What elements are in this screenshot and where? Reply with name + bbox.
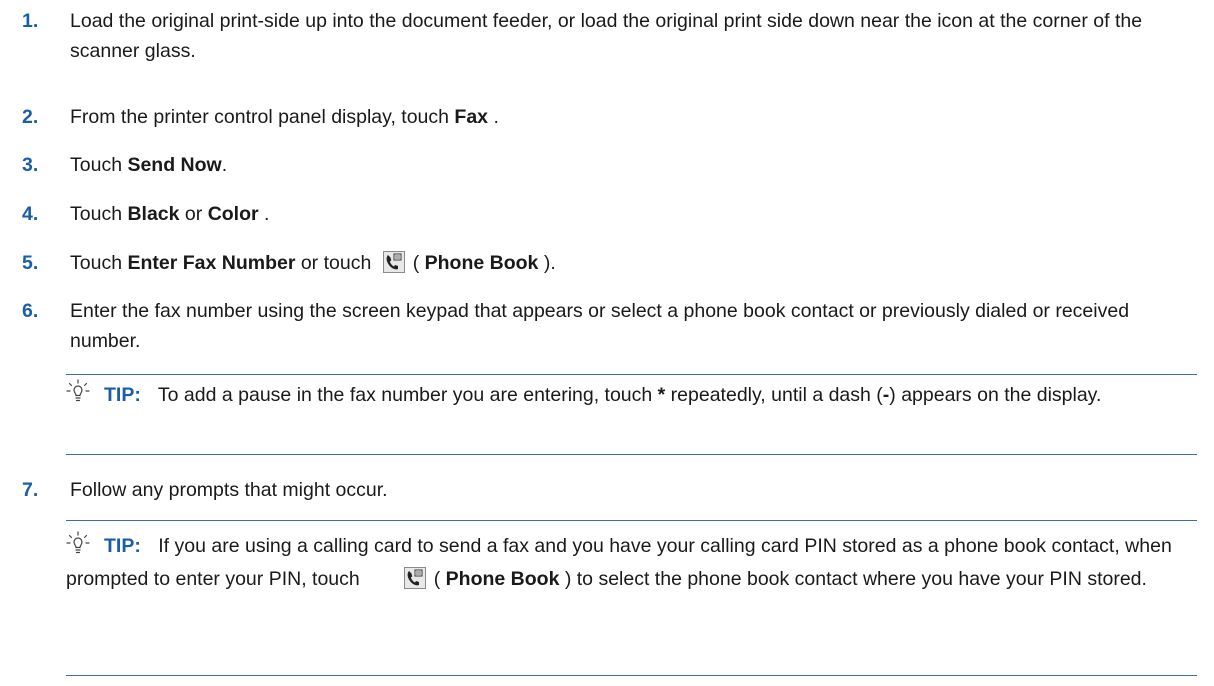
enter-fax-number-label: Enter Fax Number <box>127 252 296 274</box>
step-text-plain: Touch <box>70 154 128 176</box>
tip-box: TIP: To add a pause in the fax number yo… <box>66 374 1197 455</box>
step-number: 6. <box>22 300 39 322</box>
step-text-plain: . <box>488 106 499 128</box>
tip-text-plain: ( <box>433 568 446 590</box>
step-number: 4. <box>22 203 39 225</box>
step-text-plain: ). <box>538 252 556 274</box>
step-text: Touch Black or Color . <box>70 199 1197 229</box>
tip-text: TIP: If you are using a calling card to … <box>66 521 1197 606</box>
lightbulb-icon <box>66 531 90 564</box>
step-text: From the printer control panel display, … <box>70 102 1197 132</box>
step-text-plain: Touch <box>70 252 128 274</box>
step-number: 7. <box>22 479 39 501</box>
step-text-plain: Touch <box>70 203 128 225</box>
step-5: 5. Touch Enter Fax Number or touch ( Pho… <box>22 248 1197 282</box>
step-text-plain: From the printer control panel display, … <box>70 106 455 128</box>
step-text: Follow any prompts that might occur. <box>70 479 388 501</box>
step-number: 2. <box>22 106 39 128</box>
step-text-plain: ( <box>412 252 425 274</box>
step-2: 2. From the printer control panel displa… <box>22 102 1197 132</box>
step-text: Touch Send Now. <box>70 150 1197 180</box>
tip-label: TIP: <box>104 384 141 406</box>
color-option-label: Color <box>207 203 259 225</box>
step-number: 3. <box>22 154 39 176</box>
tip-box: TIP: If you are using a calling card to … <box>66 520 1197 676</box>
phone-book-label: Phone Book <box>424 252 539 274</box>
step-text-plain: or touch <box>295 252 377 274</box>
black-option-label: Black <box>127 203 180 225</box>
step-text-plain: or <box>179 203 208 225</box>
tip-text-plain: ) appears on the display. <box>889 384 1102 406</box>
phone-book-icon <box>382 251 405 282</box>
step-number: 1. <box>22 10 39 32</box>
step-text-plain: . <box>221 154 228 176</box>
step-text-plain: . <box>258 203 270 225</box>
step-4: 4. Touch Black or Color . <box>22 199 1197 229</box>
phone-book-icon <box>366 567 426 600</box>
step-text: Touch Enter Fax Number or touch ( Phone … <box>70 248 1197 282</box>
fax-menu-label: Fax <box>454 106 489 128</box>
lightbulb-icon <box>66 379 90 412</box>
tip-text: TIP: To add a pause in the fax number yo… <box>104 375 1197 416</box>
step-number: 5. <box>22 252 39 274</box>
step-1: 1. Load the original print-side up into … <box>22 6 1197 66</box>
step-text: Load the original print-side up into the… <box>70 10 1143 62</box>
step-3: 3. Touch Send Now. <box>22 150 1197 180</box>
tip-text-plain: repeatedly, until a dash ( <box>665 384 883 406</box>
send-now-label: Send Now <box>127 154 222 176</box>
step-6: 6. Enter the fax number using the screen… <box>22 296 1197 356</box>
phone-book-label: Phone Book <box>445 568 560 590</box>
tip-text-plain: ) to select the phone book contact where… <box>559 568 1147 590</box>
step-text: Enter the fax number using the screen ke… <box>70 300 1130 352</box>
tip-label: TIP: <box>104 535 141 557</box>
step-7: 7. Follow any prompts that might occur. <box>22 475 1197 505</box>
tip-text-plain: To add a pause in the fax number you are… <box>157 384 658 406</box>
